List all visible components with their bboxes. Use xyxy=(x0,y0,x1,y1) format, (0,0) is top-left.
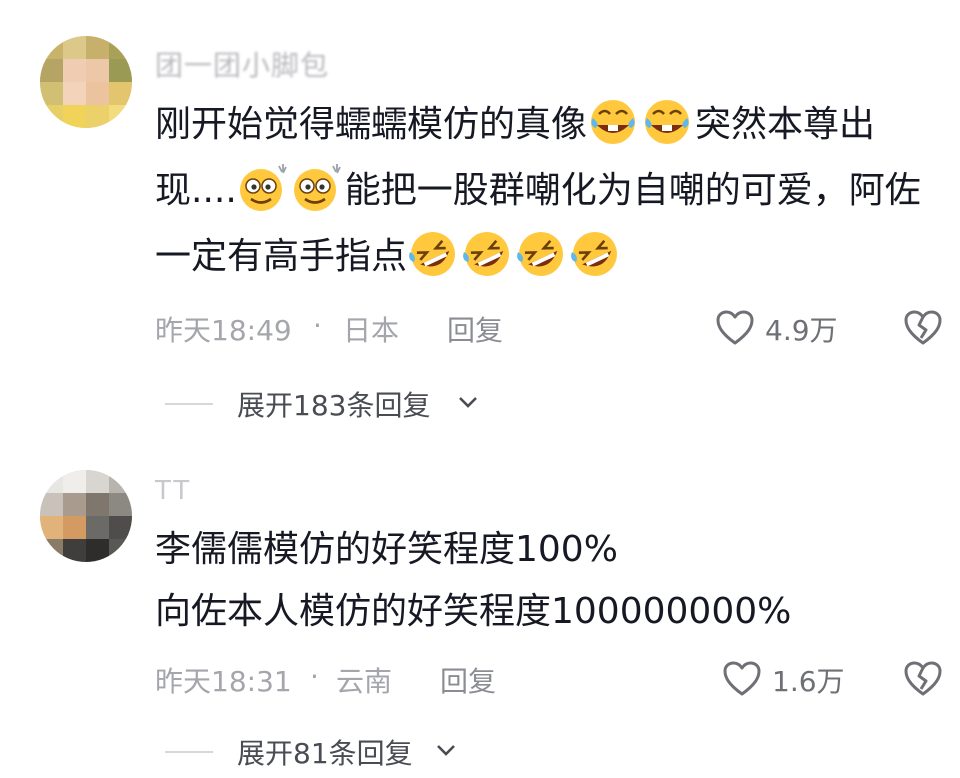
comment-text-segment: 一定有高手指点 xyxy=(155,236,408,277)
divider xyxy=(165,751,213,753)
timestamp: 昨天18:31 xyxy=(155,665,292,698)
comment-text-segment: 突然本尊出 xyxy=(695,104,876,145)
tears-of-joy-emoji-icon xyxy=(645,100,690,144)
comment-line: 现.... 能把一股群嘲化为自嘲的可爱，阿佐 xyxy=(155,158,945,224)
avatar[interactable] xyxy=(40,470,132,562)
tears-of-joy-emoji-icon xyxy=(591,100,636,144)
comment-line: 李儒儒模仿的好笑程度100% xyxy=(155,529,618,570)
dislike-button[interactable] xyxy=(903,660,943,705)
dizzy-sweat-emoji-icon xyxy=(293,164,341,211)
expand-replies-label: 展开183条回复 xyxy=(237,389,431,422)
chevron-down-icon xyxy=(459,397,477,408)
comment-meta: 昨天18:49 · 日本 回复 4.9万 xyxy=(155,309,945,349)
rolling-laugh-emoji-icon xyxy=(571,232,618,276)
avatar-image xyxy=(40,36,132,128)
username[interactable]: 团一团小脚包 xyxy=(155,44,329,84)
separator-dot: · xyxy=(313,309,322,342)
comment-line: 一定有高手指点 xyxy=(155,224,945,290)
dislike-button[interactable] xyxy=(903,309,943,354)
rolling-laugh-emoji-icon xyxy=(517,232,564,276)
comment-text-segment: 刚开始觉得蠕蠕模仿的真像 xyxy=(155,104,588,145)
reply-button[interactable]: 回复 xyxy=(447,309,503,349)
username[interactable]: TT xyxy=(155,476,192,506)
separator-dot: · xyxy=(310,660,319,693)
like-count: 1.6万 xyxy=(772,665,845,698)
avatar[interactable] xyxy=(40,36,132,128)
divider xyxy=(165,403,213,405)
location: 日本 xyxy=(343,314,400,347)
chevron-down-icon xyxy=(437,745,455,756)
broken-heart-icon xyxy=(904,661,942,696)
comment-line: 刚开始觉得蠕蠕模仿的真像 突然本尊出 xyxy=(155,92,945,158)
comment-text: 刚开始觉得蠕蠕模仿的真像 突然本尊出 现.... 能把一股群嘲化为自嘲的可爱，阿佐 … xyxy=(155,92,945,290)
rolling-laugh-emoji-icon xyxy=(463,232,510,276)
broken-heart-icon xyxy=(904,310,942,345)
reply-button[interactable]: 回复 xyxy=(440,660,496,700)
dizzy-sweat-emoji-icon xyxy=(239,164,287,211)
comment-meta: 昨天18:31 · 云南 回复 1.6万 xyxy=(155,660,945,700)
heart-outline-icon xyxy=(723,661,761,696)
comment-text: 李儒儒模仿的好笑程度100% 向佐本人模仿的好笑程度100000000% xyxy=(155,519,945,643)
rolling-laugh-emoji-icon xyxy=(409,232,456,276)
location: 云南 xyxy=(336,665,393,698)
comment-text-segment: 现.... xyxy=(155,170,237,211)
timestamp: 昨天18:49 xyxy=(155,314,292,347)
comment-line: 向佐本人模仿的好笑程度100000000% xyxy=(155,591,792,632)
avatar-image xyxy=(40,470,132,562)
comment-text-segment: 能把一股群嘲化为自嘲的可爱，阿佐 xyxy=(344,170,921,211)
heart-outline-icon xyxy=(716,310,754,345)
like-count: 4.9万 xyxy=(765,314,838,347)
expand-replies-label: 展开81条回复 xyxy=(237,737,413,770)
